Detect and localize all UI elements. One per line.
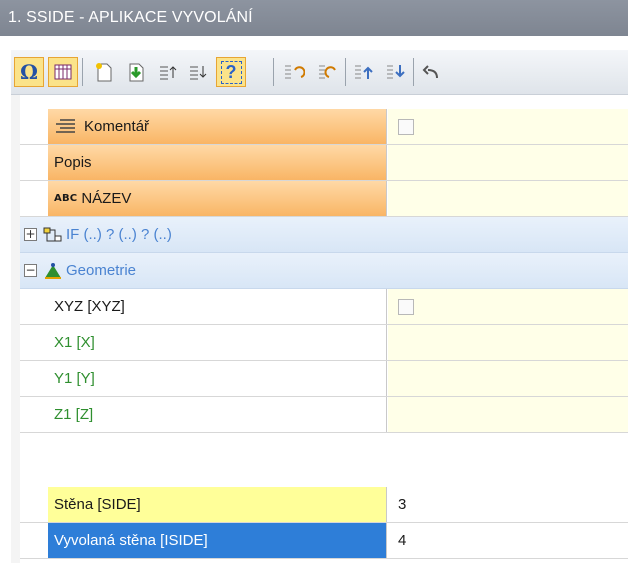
window-title: 1. SSIDE - APLIKACE VYVOLÁNÍ: [0, 0, 628, 36]
sort-down-icon[interactable]: [183, 57, 213, 87]
label-y1[interactable]: Y1 [Y]: [48, 361, 387, 396]
row-y1: Y1 [Y]: [20, 361, 628, 397]
left-margin: [11, 95, 20, 563]
value-x1[interactable]: [388, 325, 628, 360]
expand-icon[interactable]: +: [24, 228, 37, 241]
label-z1[interactable]: Z1 [Z]: [48, 397, 387, 432]
value-komentar[interactable]: [388, 109, 628, 144]
move-up-icon[interactable]: [349, 57, 379, 87]
label-nazev[interactable]: ABC NÁZEV: [48, 181, 387, 216]
label-vyvolana[interactable]: Vyvolaná stěna [ISIDE]: [48, 523, 387, 558]
value-stena[interactable]: 3: [388, 487, 628, 522]
value-y1[interactable]: [388, 361, 628, 396]
row-stena: Stěna [SIDE] 3: [20, 487, 628, 523]
row-nazev: ABC NÁZEV: [20, 181, 628, 217]
group-geometrie-label[interactable]: − Geometrie: [20, 253, 628, 288]
row-z1: Z1 [Z]: [20, 397, 628, 433]
branch-icon: [43, 227, 62, 241]
label-komentar[interactable]: Komentář: [48, 109, 387, 144]
rotate-left-icon[interactable]: [279, 57, 309, 87]
undo-icon[interactable]: [417, 57, 447, 87]
value-vyvolana[interactable]: 4: [388, 523, 628, 558]
row-vyvolana: Vyvolaná stěna [ISIDE] 4: [20, 523, 628, 559]
label-x1[interactable]: X1 [X]: [48, 325, 387, 360]
help-icon[interactable]: ?: [216, 57, 246, 87]
omega-icon[interactable]: Ω: [14, 57, 44, 87]
list-icon: [56, 118, 75, 133]
value-popis[interactable]: [388, 145, 628, 180]
geometry-icon: [45, 262, 61, 279]
import-icon[interactable]: [121, 57, 151, 87]
group-if[interactable]: + IF (..) ? (..) ? (..): [20, 217, 628, 253]
label-stena[interactable]: Stěna [SIDE]: [48, 487, 387, 522]
move-down-icon[interactable]: [381, 57, 411, 87]
label-xyz[interactable]: XYZ [XYZ]: [48, 289, 387, 324]
row-xyz: XYZ [XYZ]: [20, 289, 628, 325]
xyz-checkbox[interactable]: [398, 298, 414, 315]
collapse-icon[interactable]: −: [24, 264, 37, 277]
grid-icon[interactable]: [48, 57, 78, 87]
group-if-label[interactable]: + IF (..) ? (..) ? (..): [20, 217, 628, 252]
rotate-right-icon[interactable]: [313, 57, 343, 87]
row-komentar: Komentář: [20, 109, 628, 145]
row-popis: Popis: [20, 145, 628, 181]
new-doc-icon[interactable]: [89, 57, 119, 87]
value-nazev[interactable]: [388, 181, 628, 216]
sort-up-icon[interactable]: [153, 57, 183, 87]
spacer-row: [20, 433, 628, 487]
row-x1: X1 [X]: [20, 325, 628, 361]
label-popis[interactable]: Popis: [48, 145, 387, 180]
value-xyz[interactable]: [388, 289, 628, 324]
group-geometrie[interactable]: − Geometrie: [20, 253, 628, 289]
toolbar: Ω ?: [11, 50, 628, 95]
abc-icon: ABC: [54, 193, 78, 204]
value-z1[interactable]: [388, 397, 628, 432]
komentar-checkbox[interactable]: [398, 118, 414, 135]
